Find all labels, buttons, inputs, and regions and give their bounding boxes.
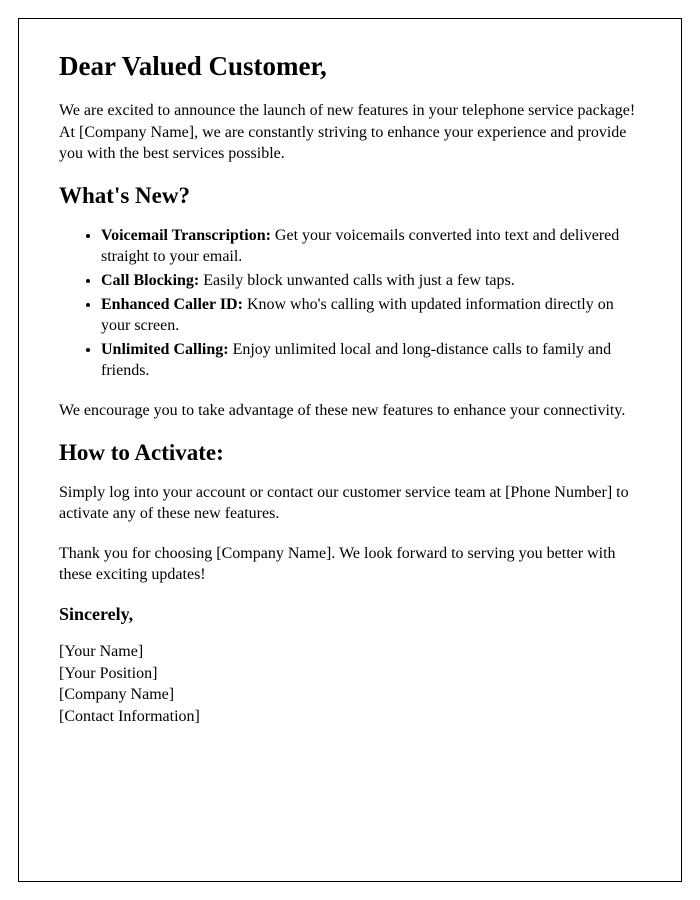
feature-list: Voicemail Transcription: Get your voicem… [59,225,641,382]
activate-heading: How to Activate: [59,440,641,466]
thanks-paragraph: Thank you for choosing [Company Name]. W… [59,543,641,586]
list-item: Enhanced Caller ID: Know who's calling w… [101,294,641,337]
feature-title: Call Blocking: [101,272,199,289]
feature-title: Unlimited Calling: [101,341,229,358]
whats-new-heading: What's New? [59,183,641,209]
signature-company: [Company Name] [59,684,641,706]
activate-paragraph: Simply log into your account or contact … [59,482,641,525]
list-item: Call Blocking: Easily block unwanted cal… [101,270,641,292]
signature-contact: [Contact Information] [59,706,641,728]
letter-container: Dear Valued Customer, We are excited to … [18,18,682,882]
feature-title: Enhanced Caller ID: [101,296,243,313]
salutation: Dear Valued Customer, [59,51,641,82]
list-item: Voicemail Transcription: Get your voicem… [101,225,641,268]
closing: Sincerely, [59,604,641,625]
signature-block: [Your Name] [Your Position] [Company Nam… [59,641,641,727]
list-item: Unlimited Calling: Enjoy unlimited local… [101,339,641,382]
signature-name: [Your Name] [59,641,641,663]
feature-title: Voicemail Transcription: [101,227,271,244]
encourage-paragraph: We encourage you to take advantage of th… [59,400,641,422]
feature-desc: Easily block unwanted calls with just a … [199,272,514,289]
signature-position: [Your Position] [59,663,641,685]
intro-paragraph: We are excited to announce the launch of… [59,100,641,165]
